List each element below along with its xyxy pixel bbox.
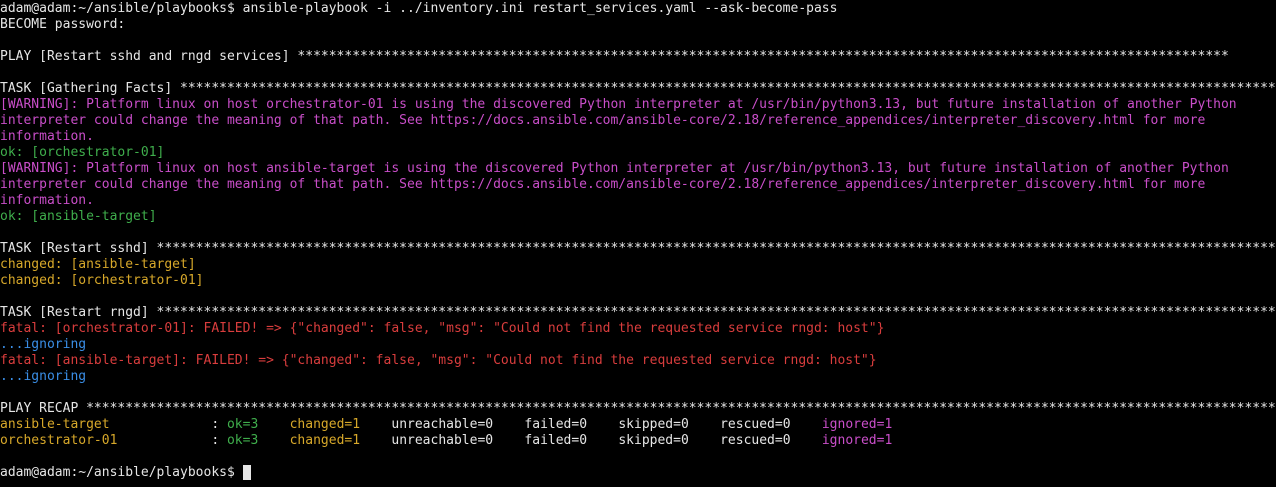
terminal-line: changed: [ansible-target] [0,257,1276,273]
terminal-text-segment: information. [0,193,94,208]
terminal-line: adam@adam:~/ansible/playbooks$ [0,465,1276,481]
terminal-text-segment: interpreter could change the meaning of … [0,177,1206,192]
terminal-text-segment: BECOME password: [0,17,126,32]
terminal-line: changed: [orchestrator-01] [0,273,1276,289]
terminal-line: ok: [orchestrator-01] [0,145,1276,161]
terminal-line: interpreter could change the meaning of … [0,177,1276,193]
terminal-text-segment: changed=1 [289,417,361,432]
terminal-text-segment: interpreter could change the meaning of … [0,113,1206,128]
terminal-text-segment: orchestrator-01 [0,433,118,448]
terminal-text-segment: ...ignoring [0,369,87,384]
terminal-text-segment: unreachable=0 failed=0 skipped=0 rescued… [360,433,822,448]
terminal-text-segment: fatal: [orchestrator-01]: FAILED! => {"c… [0,321,885,336]
terminal-text-segment: PLAY RECAP [0,401,87,416]
terminal-text-segment: ...ignoring [0,337,87,352]
terminal-line: [WARNING]: Platform linux on host ansibl… [0,161,1276,177]
terminal-text-segment: ****************************************… [156,241,1276,256]
terminal-text-segment: ignored=1 [821,417,893,432]
terminal-line: BECOME password: [0,17,1276,33]
terminal-text-segment: ****************************************… [180,81,1276,96]
terminal-line: PLAY [Restart sshd and rngd services] **… [0,49,1276,65]
terminal-text-segment: TASK [Gathering Facts] [0,81,181,96]
terminal-line: ansible-target : ok=3 changed=1 unreacha… [0,417,1276,433]
terminal-text-segment: ok: [ansible-target] [0,209,157,224]
terminal-line: fatal: [orchestrator-01]: FAILED! => {"c… [0,321,1276,337]
terminal-text-segment: : [109,417,227,432]
terminal-text-segment: [WARNING]: Platform linux on host ansibl… [0,161,1229,176]
terminal-text-segment: TASK [Restart sshd] [0,241,157,256]
terminal-line: TASK [Restart rngd] ********************… [0,305,1276,321]
terminal-line: fatal: [ansible-target]: FAILED! => {"ch… [0,353,1276,369]
terminal-text-segment: ****************************************… [297,49,1229,64]
terminal-text-segment: unreachable=0 failed=0 skipped=0 rescued… [360,417,822,432]
terminal-text-segment: ****************************************… [86,401,1276,416]
terminal-text-segment: ok=3 [226,417,259,432]
terminal-text-segment: ok=3 [226,433,259,448]
terminal-line: information. [0,129,1276,145]
terminal-line: TASK [Restart sshd] ********************… [0,241,1276,257]
terminal-text-segment: PLAY [Restart sshd and rngd services] [0,49,298,64]
terminal-text-segment: TASK [Restart rngd] [0,305,157,320]
terminal-line: ...ignoring [0,337,1276,353]
terminal-cursor[interactable] [242,465,251,480]
terminal-text-segment: adam@adam:~/ansible/playbooks$ ansible-p… [0,1,838,16]
terminal-text-segment: adam@adam:~/ansible/playbooks$ [0,465,243,480]
terminal-line: interpreter could change the meaning of … [0,113,1276,129]
terminal-text-segment: fatal: [ansible-target]: FAILED! => {"ch… [0,353,877,368]
terminal-line: orchestrator-01 : ok=3 changed=1 unreach… [0,433,1276,449]
terminal-line: PLAY RECAP *****************************… [0,401,1276,417]
terminal-line: adam@adam:~/ansible/playbooks$ ansible-p… [0,1,1276,17]
terminal-text-segment: changed: [ansible-target] [0,257,196,272]
terminal-text-segment: information. [0,129,94,144]
terminal-line: ok: [ansible-target] [0,209,1276,225]
terminal-text-segment: ****************************************… [156,305,1276,320]
terminal-line: ...ignoring [0,369,1276,385]
terminal-text-segment: : [117,433,227,448]
terminal-text-segment: changed: [orchestrator-01] [0,273,204,288]
terminal-line: information. [0,193,1276,209]
terminal-line: TASK [Gathering Facts] *****************… [0,81,1276,97]
terminal-text-segment: ok: [orchestrator-01] [0,145,165,160]
terminal-text-segment: changed=1 [289,433,361,448]
terminal-window[interactable]: adam@adam:~/ansible/playbooks$ ansible-p… [0,0,1276,487]
terminal-line: [WARNING]: Platform linux on host orches… [0,97,1276,113]
terminal-text-segment: [WARNING]: Platform linux on host orches… [0,97,1237,112]
terminal-text-segment: ignored=1 [821,433,893,448]
terminal-text-segment: ansible-target [0,417,110,432]
